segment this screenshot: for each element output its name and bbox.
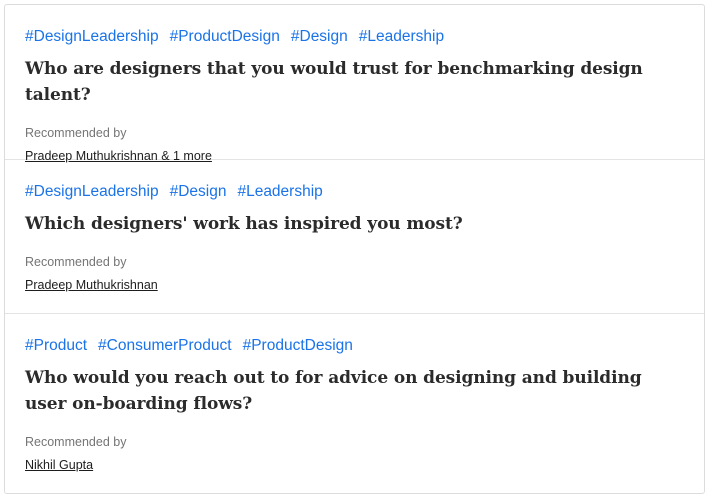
tag-link[interactable]: #Design	[291, 27, 348, 47]
tag-link[interactable]: #DesignLeadership	[25, 182, 159, 202]
tag-link[interactable]: #ProductDesign	[243, 336, 353, 356]
recommender-link[interactable]: Pradeep Muthukrishnan	[25, 278, 158, 292]
tag-list: #DesignLeadership #ProductDesign #Design…	[25, 27, 684, 47]
recommender-link[interactable]: Pradeep Muthukrishnan & 1 more	[25, 149, 212, 163]
question-card[interactable]: #DesignLeadership #Design #Leadership Wh…	[5, 159, 704, 313]
recommended-by-label: Recommended by	[25, 126, 127, 140]
question-title[interactable]: Who would you reach out to for advice on…	[25, 365, 684, 417]
tag-link[interactable]: #Leadership	[359, 27, 444, 47]
recommended-by-label: Recommended by	[25, 435, 127, 449]
tag-link[interactable]: #Design	[170, 182, 227, 202]
question-title[interactable]: Which designers' work has inspired you m…	[25, 211, 684, 237]
tag-list: #Product #ConsumerProduct #ProductDesign	[25, 336, 684, 356]
question-card[interactable]: #Product #ConsumerProduct #ProductDesign…	[5, 313, 704, 493]
tag-link[interactable]: #ConsumerProduct	[98, 336, 232, 356]
question-card[interactable]: #DesignLeadership #ProductDesign #Design…	[5, 5, 704, 163]
tag-link[interactable]: #Product	[25, 336, 87, 356]
question-list: #DesignLeadership #ProductDesign #Design…	[4, 4, 705, 494]
tag-link[interactable]: #Leadership	[237, 182, 322, 202]
recommended-by-label: Recommended by	[25, 255, 127, 269]
tag-link[interactable]: #ProductDesign	[170, 27, 280, 47]
tag-link[interactable]: #DesignLeadership	[25, 27, 159, 47]
question-title[interactable]: Who are designers that you would trust f…	[25, 56, 684, 108]
recommender-link[interactable]: Nikhil Gupta	[25, 458, 93, 472]
tag-list: #DesignLeadership #Design #Leadership	[25, 182, 684, 202]
